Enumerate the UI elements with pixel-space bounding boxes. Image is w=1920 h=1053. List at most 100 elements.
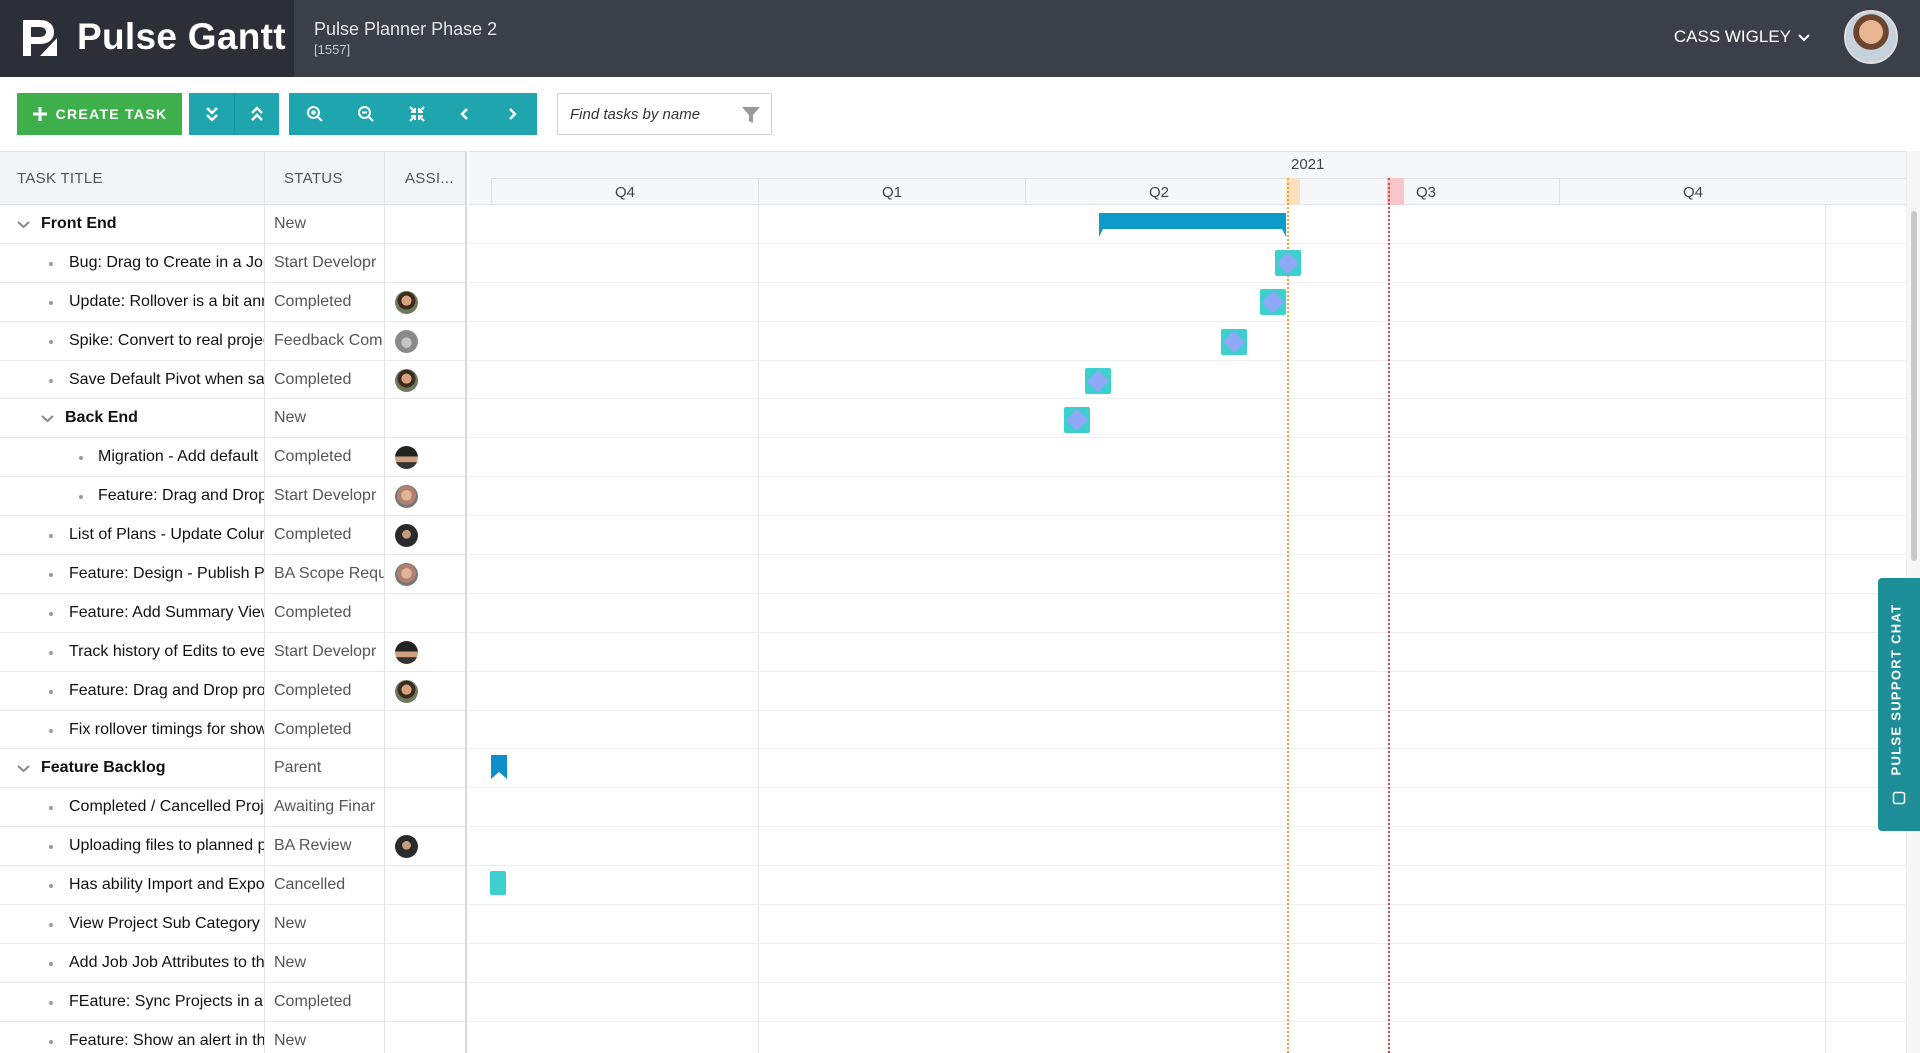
task-title-cell[interactable]: Fix rollover timings for show bbox=[0, 710, 265, 750]
table-row[interactable]: Update: Rollover is a bit anno Completed bbox=[0, 282, 465, 322]
task-status[interactable]: Completed bbox=[265, 710, 385, 750]
collapse-all-button[interactable] bbox=[234, 93, 279, 135]
support-chat-tab[interactable]: PULSE SUPPORT CHAT bbox=[1878, 578, 1920, 831]
task-title-cell[interactable]: Back End bbox=[0, 399, 265, 439]
task-title-cell[interactable]: Feature: Drag and Drop proj bbox=[0, 671, 265, 711]
task-status[interactable]: New bbox=[265, 205, 385, 244]
task-assignee-cell[interactable] bbox=[385, 244, 465, 283]
task-status[interactable]: Completed bbox=[265, 593, 385, 633]
task-status[interactable]: Awaiting Finar bbox=[265, 788, 385, 828]
assignee-avatar[interactable] bbox=[395, 679, 418, 703]
group-row[interactable]: Back End New bbox=[0, 399, 465, 439]
task-assignee-cell[interactable] bbox=[385, 283, 465, 322]
task-status[interactable]: New bbox=[265, 1021, 385, 1053]
task-assignee-cell[interactable] bbox=[385, 827, 465, 866]
table-row[interactable]: Feature: Show an alert in the New bbox=[0, 1021, 465, 1053]
bookmark-icon[interactable] bbox=[491, 755, 507, 779]
task-status[interactable]: New bbox=[265, 943, 385, 983]
task-title-cell[interactable]: Add Job Job Attributes to the bbox=[0, 943, 265, 983]
task-title-cell[interactable]: Save Default Pivot when sav bbox=[0, 360, 265, 400]
assignee-avatar[interactable] bbox=[395, 446, 418, 470]
gantt-row[interactable] bbox=[469, 477, 1920, 517]
task-status[interactable]: BA Scope Requ bbox=[265, 555, 385, 594]
create-task-button[interactable]: CREATE TASK bbox=[17, 93, 182, 135]
task-status[interactable]: Completed bbox=[265, 360, 385, 400]
task-assignee-cell[interactable] bbox=[385, 322, 465, 361]
gantt-row[interactable] bbox=[469, 594, 1920, 633]
table-row[interactable]: Migration - Add default Completed bbox=[0, 438, 465, 478]
task-title-cell[interactable]: FEature: Sync Projects in a V bbox=[0, 982, 265, 1022]
table-row[interactable]: Feature: Drag and Drop proj Completed bbox=[0, 671, 465, 711]
table-row[interactable]: Has ability Import and Expor Cancelled bbox=[0, 866, 465, 906]
task-status[interactable]: New bbox=[265, 399, 385, 439]
gantt-row[interactable] bbox=[469, 749, 1920, 789]
task-status[interactable]: Completed bbox=[265, 671, 385, 711]
task-assignee-cell[interactable] bbox=[385, 672, 465, 711]
gantt-row[interactable] bbox=[469, 866, 1920, 906]
task-assignee-cell[interactable] bbox=[385, 905, 465, 944]
summary-bar-front-end[interactable] bbox=[1099, 213, 1286, 239]
task-assignee-cell[interactable] bbox=[385, 788, 465, 827]
task-assignee-cell[interactable] bbox=[385, 594, 465, 633]
task-title-cell[interactable]: Front End bbox=[0, 205, 265, 244]
gantt-row[interactable] bbox=[469, 283, 1920, 322]
table-row[interactable]: Save Default Pivot when sav Completed bbox=[0, 360, 465, 400]
table-row[interactable]: List of Plans - Update Colum Completed bbox=[0, 516, 465, 556]
table-row[interactable]: Feature: Add Summary View Completed bbox=[0, 593, 465, 633]
task-title-cell[interactable]: Uploading files to planned pr bbox=[0, 827, 265, 867]
task-status[interactable]: BA Review bbox=[265, 827, 385, 867]
table-row[interactable]: Track history of Edits to ever Start Deve… bbox=[0, 632, 465, 672]
task-bar-milestone[interactable] bbox=[1064, 407, 1090, 433]
task-assignee-cell[interactable] bbox=[385, 399, 465, 438]
task-status[interactable]: Start Developr bbox=[265, 632, 385, 672]
task-assignee-cell[interactable] bbox=[385, 361, 465, 400]
assignee-avatar[interactable] bbox=[395, 524, 418, 548]
task-title-cell[interactable]: List of Plans - Update Colum bbox=[0, 516, 265, 556]
scroll-left-button[interactable] bbox=[442, 93, 487, 135]
task-assignee-cell[interactable] bbox=[385, 516, 465, 555]
group-row[interactable]: Feature Backlog Parent bbox=[0, 749, 465, 789]
task-title-cell[interactable]: Has ability Import and Expor bbox=[0, 866, 265, 906]
task-title-cell[interactable]: Feature: Design - Publish Pla bbox=[0, 555, 265, 594]
group-row[interactable]: Front End New bbox=[0, 205, 465, 244]
gantt-row[interactable] bbox=[469, 399, 1920, 439]
assignee-avatar[interactable] bbox=[395, 329, 418, 353]
fit-to-screen-button[interactable] bbox=[391, 93, 442, 135]
task-title-cell[interactable]: Spike: Convert to real projec bbox=[0, 321, 265, 361]
gantt-row[interactable] bbox=[469, 983, 1920, 1022]
assignee-avatar[interactable] bbox=[395, 835, 418, 859]
chevron-down-icon[interactable] bbox=[40, 411, 55, 426]
chevron-down-icon[interactable] bbox=[16, 217, 31, 232]
scrollbar-thumb[interactable] bbox=[1911, 211, 1917, 561]
table-row[interactable]: Spike: Convert to real projec Feedback Co… bbox=[0, 321, 465, 361]
task-assignee-cell[interactable] bbox=[385, 477, 465, 516]
task-assignee-cell[interactable] bbox=[385, 749, 465, 788]
task-status[interactable]: Cancelled bbox=[265, 866, 385, 906]
column-header-title[interactable]: TASK TITLE bbox=[0, 152, 265, 206]
table-row[interactable]: Bug: Drag to Create in a Job Start Develo… bbox=[0, 243, 465, 283]
task-assignee-cell[interactable] bbox=[385, 711, 465, 750]
assignee-avatar[interactable] bbox=[395, 368, 418, 392]
task-title-cell[interactable]: Feature: Show an alert in the bbox=[0, 1021, 265, 1053]
table-row[interactable]: FEature: Sync Projects in a V Completed bbox=[0, 982, 465, 1022]
gantt-row[interactable] bbox=[469, 361, 1920, 400]
task-status[interactable]: Completed bbox=[265, 438, 385, 478]
gantt-row[interactable] bbox=[469, 244, 1920, 283]
task-status[interactable]: Start Developr bbox=[265, 243, 385, 283]
table-row[interactable]: Feature: Design - Publish Pla BA Scope Re… bbox=[0, 555, 465, 594]
column-header-status[interactable]: STATUS bbox=[265, 152, 385, 206]
project-title[interactable]: Pulse Planner Phase 2 bbox=[314, 19, 497, 40]
task-assignee-cell[interactable] bbox=[385, 555, 465, 594]
task-assignee-cell[interactable] bbox=[385, 205, 465, 244]
table-row[interactable]: View Project Sub Category ir New bbox=[0, 905, 465, 944]
task-title-cell[interactable]: Migration - Add default bbox=[0, 438, 265, 478]
task-bar-cancelled[interactable] bbox=[490, 871, 506, 895]
task-bar-milestone[interactable] bbox=[1221, 329, 1247, 355]
gantt-row[interactable] bbox=[469, 438, 1920, 478]
zoom-out-button[interactable] bbox=[340, 93, 391, 135]
column-header-assignee[interactable]: ASSI... bbox=[385, 152, 465, 206]
task-assignee-cell[interactable] bbox=[385, 1022, 465, 1053]
task-status[interactable]: Completed bbox=[265, 516, 385, 556]
gantt-row[interactable] bbox=[469, 944, 1920, 983]
filter-icon[interactable] bbox=[741, 105, 761, 125]
